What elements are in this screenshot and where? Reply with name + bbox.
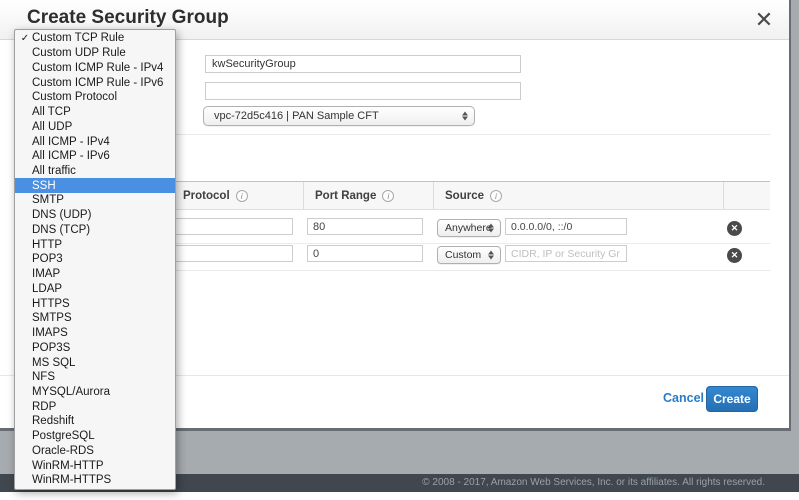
dropdown-item-smtps[interactable]: SMTPS (15, 311, 175, 326)
dropdown-item-postgresql[interactable]: PostgreSQL (15, 429, 175, 444)
select-stepper-icon (462, 111, 468, 121)
dropdown-item-label: All TCP (32, 106, 71, 119)
dropdown-item-all-icmp-ipv4[interactable]: All ICMP - IPv4 (15, 134, 175, 149)
dropdown-item-label: Oracle-RDS (32, 444, 94, 457)
port-range-field-row1[interactable] (307, 218, 423, 235)
dropdown-item-label: SMTP (32, 194, 64, 207)
dropdown-item-custom-icmp-rule-ipv6[interactable]: Custom ICMP Rule - IPv6 (15, 75, 175, 90)
delete-rule-icon[interactable]: ✕ (727, 248, 742, 263)
dropdown-item-label: Custom ICMP Rule - IPv4 (32, 61, 164, 74)
dialog-title: Create Security Group (27, 7, 229, 28)
dropdown-item-winrm-https[interactable]: WinRM-HTTPS (15, 473, 175, 488)
delete-rule-icon[interactable]: ✕ (727, 221, 742, 236)
dropdown-item-dns-udp-[interactable]: DNS (UDP) (15, 208, 175, 223)
source-type-select-row1[interactable]: Anywhere (437, 219, 501, 237)
checkmark-icon: ✓ (20, 32, 30, 44)
dropdown-item-ldap[interactable]: LDAP (15, 281, 175, 296)
source-cidr-field-row1[interactable] (505, 218, 627, 235)
port-range-field-row2[interactable] (307, 245, 423, 262)
security-group-name-input[interactable] (205, 55, 521, 73)
info-icon[interactable]: i (235, 190, 248, 202)
select-stepper-icon (488, 250, 494, 260)
dropdown-item-label: Custom Protocol (32, 91, 118, 104)
select-stepper-icon (488, 223, 494, 233)
dropdown-item-imap[interactable]: IMAP (15, 267, 175, 282)
dropdown-item-pop3s[interactable]: POP3S (15, 340, 175, 355)
dropdown-item-label: Custom TCP Rule (32, 32, 125, 45)
dropdown-item-http[interactable]: HTTP (15, 237, 175, 252)
dropdown-item-redshift[interactable]: Redshift (15, 414, 175, 429)
dropdown-item-label: SSH (32, 179, 56, 192)
dropdown-item-custom-protocol[interactable]: Custom Protocol (15, 90, 175, 105)
dropdown-item-label: All ICMP - IPv6 (32, 150, 110, 163)
source-cidr-field-row2[interactable] (505, 245, 627, 262)
dropdown-item-label: Redshift (32, 415, 75, 428)
dropdown-item-dns-tcp-[interactable]: DNS (TCP) (15, 223, 175, 238)
dropdown-item-label: SMTPS (32, 312, 72, 325)
vpc-select[interactable]: vpc-72d5c416 | PAN Sample CFT (203, 106, 475, 126)
dropdown-item-label: POP3S (32, 341, 71, 354)
vpc-select-value: vpc-72d5c416 | PAN Sample CFT (214, 110, 379, 122)
dropdown-item-rdp[interactable]: RDP (15, 399, 175, 414)
dropdown-item-label: DNS (TCP) (32, 223, 91, 236)
info-icon[interactable]: i (382, 190, 395, 202)
dropdown-item-label: IMAP (32, 268, 61, 281)
dropdown-item-https[interactable]: HTTPS (15, 296, 175, 311)
dropdown-item-oracle-rds[interactable]: Oracle-RDS (15, 444, 175, 459)
dropdown-item-label: WinRM-HTTPS (32, 474, 112, 487)
cancel-button[interactable]: Cancel (663, 391, 704, 405)
dropdown-item-label: POP3 (32, 253, 63, 266)
dropdown-item-winrm-http[interactable]: WinRM-HTTP (15, 458, 175, 473)
dropdown-item-label: IMAPS (32, 327, 68, 340)
protocol-column-header: Protocol i (183, 190, 248, 202)
dropdown-item-ms-sql[interactable]: MS SQL (15, 355, 175, 370)
dropdown-item-label: RDP (32, 400, 57, 413)
dropdown-item-label: Custom ICMP Rule - IPv6 (32, 76, 164, 89)
dropdown-item-mysql-aurora[interactable]: MYSQL/Aurora (15, 385, 175, 400)
dropdown-item-pop3[interactable]: POP3 (15, 252, 175, 267)
dropdown-item-label: All UDP (32, 120, 73, 133)
dropdown-item-custom-udp-rule[interactable]: Custom UDP Rule (15, 46, 175, 61)
dropdown-item-label: HTTPS (32, 297, 70, 310)
create-button[interactable]: Create (706, 386, 758, 412)
source-column-header: Source i (445, 190, 502, 202)
dropdown-item-all-traffic[interactable]: All traffic (15, 164, 175, 179)
dropdown-item-nfs[interactable]: NFS (15, 370, 175, 385)
dropdown-item-label: MS SQL (32, 356, 76, 369)
dropdown-item-smtp[interactable]: SMTP (15, 193, 175, 208)
dropdown-item-label: HTTP (32, 238, 63, 251)
dropdown-item-custom-icmp-rule-ipv4[interactable]: Custom ICMP Rule - IPv4 (15, 60, 175, 75)
dropdown-item-imaps[interactable]: IMAPS (15, 326, 175, 341)
dropdown-item-label: LDAP (32, 282, 63, 295)
dropdown-item-label: DNS (UDP) (32, 209, 92, 222)
description-input[interactable] (205, 82, 521, 100)
dropdown-item-all-icmp-ipv6[interactable]: All ICMP - IPv6 (15, 149, 175, 164)
dropdown-item-label: All ICMP - IPv4 (32, 135, 110, 148)
close-icon[interactable]: ✕ (750, 6, 778, 34)
port-range-column-header: Port Range i (315, 190, 395, 202)
dropdown-item-custom-tcp-rule[interactable]: ✓ Custom TCP Rule (15, 31, 175, 46)
dropdown-item-all-udp[interactable]: All UDP (15, 119, 175, 134)
dropdown-item-label: NFS (32, 371, 55, 384)
dropdown-item-ssh[interactable]: SSH (15, 178, 175, 194)
info-icon[interactable]: i (490, 190, 502, 202)
dropdown-item-label: WinRM-HTTP (32, 459, 104, 472)
dropdown-item-label: PostgreSQL (32, 430, 95, 443)
copyright-text: © 2008 - 2017, Amazon Web Services, Inc.… (422, 477, 765, 488)
dropdown-item-label: All traffic (32, 164, 76, 177)
dropdown-item-label: MYSQL/Aurora (32, 385, 110, 398)
dropdown-item-label: Custom UDP Rule (32, 47, 126, 60)
protocol-type-dropdown: ✓ Custom TCP Rule Custom UDP Rule Custom IC… (14, 29, 176, 490)
dropdown-item-all-tcp[interactable]: All TCP (15, 105, 175, 120)
source-type-select-row2[interactable]: Custom (437, 246, 501, 264)
